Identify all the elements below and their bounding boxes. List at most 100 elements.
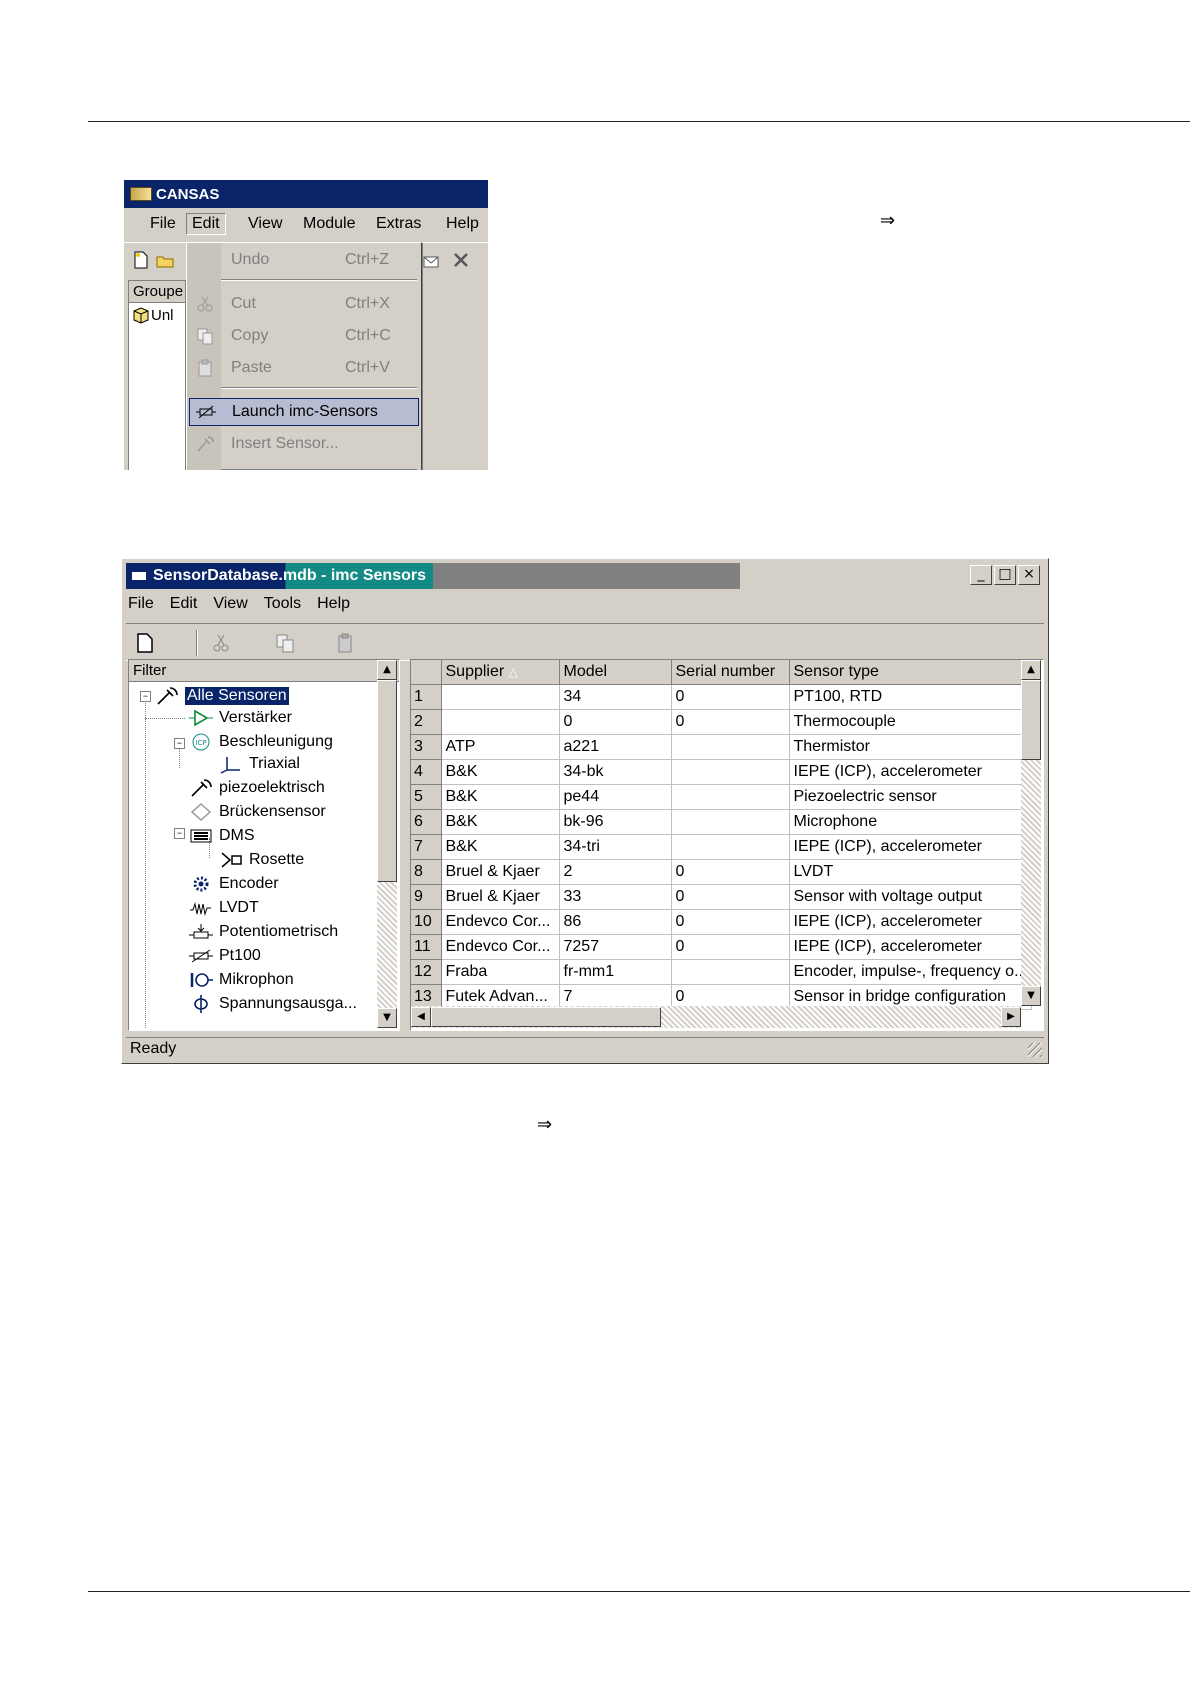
row-number-cell[interactable]: 6 [411,809,442,835]
serial-number-cell[interactable] [671,834,790,860]
scroll-right-button[interactable]: ▶ [1001,1007,1021,1027]
table-row[interactable]: 11 Endevco Cor... 7257 0 IEPE (ICP), acceler… [411,934,1033,960]
menu-item-copy[interactable]: Copy Ctrl+C [189,323,419,349]
sensor-type-cell[interactable]: Microphone [789,809,1033,835]
new-document-icon[interactable] [134,632,156,654]
menu-file[interactable]: File [128,595,154,613]
serial-number-cell[interactable]: 0 [671,909,790,935]
tree-item-beschleunigung[interactable]: ICP Beschleunigung [189,730,333,754]
corner-header[interactable] [411,660,442,685]
menu-file[interactable]: File [150,215,176,233]
row-number-cell[interactable]: 2 [411,709,442,735]
model-cell[interactable]: 0 [559,709,672,735]
send-mail-icon[interactable] [422,251,440,269]
scroll-up-button[interactable]: ▲ [1021,660,1041,680]
supplier-cell[interactable]: B&K [441,834,560,860]
serial-number-cell[interactable] [671,759,790,785]
menu-edit[interactable]: Edit [170,595,198,613]
row-number-cell[interactable]: 3 [411,734,442,760]
table-row[interactable]: 3 ATP a221 Thermistor [411,734,1033,760]
column-header-supplier[interactable]: Supplier △ [441,660,560,685]
row-number-cell[interactable]: 4 [411,759,442,785]
serial-number-cell[interactable]: 0 [671,709,790,735]
row-number-cell[interactable]: 8 [411,859,442,885]
tree-item-triaxial[interactable]: Triaxial [219,752,300,776]
tree-item-rosette[interactable]: Rosette [219,848,304,872]
serial-number-cell[interactable] [671,784,790,810]
table-row[interactable]: 8 Bruel & Kjaer 2 0 LVDT [411,859,1033,885]
tree-item-pt100[interactable]: Pt100 [189,944,261,968]
paste-icon[interactable] [334,632,356,654]
cut-scissors-icon[interactable] [210,632,232,654]
tree-item-alle-sensoren[interactable]: Alle Sensoren [155,684,290,708]
sensor-type-cell[interactable]: IEPE (ICP), accelerometer [789,934,1033,960]
supplier-cell[interactable]: Bruel & Kjaer [441,859,560,885]
supplier-cell[interactable]: Bruel & Kjaer [441,884,560,910]
row-number-cell[interactable]: 10 [411,909,442,935]
model-cell[interactable]: 86 [559,909,672,935]
serial-number-cell[interactable]: 0 [671,859,790,885]
tree-item-dms[interactable]: DMS [189,824,255,848]
scroll-down-button[interactable]: ▼ [1021,986,1041,1006]
supplier-cell[interactable] [441,684,560,710]
menu-item-cut[interactable]: Cut Ctrl+X [189,291,419,317]
close-button[interactable]: × [1018,565,1040,585]
menu-item-insert-sensor[interactable]: Insert Sensor... [189,431,419,457]
sensor-type-cell[interactable]: IEPE (ICP), accelerometer [789,909,1033,935]
tree-item-verstaerker[interactable]: Verstärker [189,706,292,730]
supplier-cell[interactable]: Endevco Cor... [441,909,560,935]
model-cell[interactable]: fr-mm1 [559,959,672,985]
menu-view[interactable]: View [248,215,282,233]
menu-item-launch-imc-sensors[interactable]: Launch imc-Sensors [189,398,419,426]
table-row[interactable]: 4 B&K 34-bk IEPE (ICP), accelerometer [411,759,1033,785]
tree-collapse-toggle[interactable]: − [140,691,151,702]
delete-x-icon[interactable] [452,251,470,269]
menu-tools[interactable]: Tools [264,595,301,613]
model-cell[interactable]: bk-96 [559,809,672,835]
model-cell[interactable]: 34 [559,684,672,710]
serial-number-cell[interactable] [671,959,790,985]
scroll-down-button[interactable]: ▼ [377,1008,397,1028]
groups-pane-header[interactable]: Groupe [129,281,185,303]
sensor-type-cell[interactable]: Thermocouple [789,709,1033,735]
tree-collapse-toggle[interactable]: − [174,828,185,839]
supplier-cell[interactable]: B&K [441,784,560,810]
supplier-cell[interactable]: Endevco Cor... [441,934,560,960]
scroll-thumb[interactable] [1021,680,1041,760]
table-row[interactable]: 10 Endevco Cor... 86 0 IEPE (ICP), accelerom… [411,909,1033,935]
sensor-type-cell[interactable]: IEPE (ICP), accelerometer [789,834,1033,860]
table-row[interactable]: 6 B&K bk-96 Microphone [411,809,1033,835]
sensor-type-cell[interactable]: PT100, RTD [789,684,1033,710]
scroll-up-button[interactable]: ▲ [377,660,397,680]
groups-pane-item[interactable]: Unl [129,303,185,327]
supplier-cell[interactable]: B&K [441,759,560,785]
tree-vertical-scrollbar[interactable]: ▲ ▼ [377,660,397,1028]
model-cell[interactable]: 34-tri [559,834,672,860]
menu-extras[interactable]: Extras [376,215,421,233]
minimize-button[interactable]: _ [970,565,992,585]
tree-item-potentiometrisch[interactable]: Potentiometrisch [189,920,338,944]
row-number-cell[interactable]: 7 [411,834,442,860]
row-number-cell[interactable]: 1 [411,684,442,710]
sensor-type-cell[interactable]: Piezoelectric sensor [789,784,1033,810]
sensor-type-cell[interactable]: IEPE (ICP), accelerometer [789,759,1033,785]
model-cell[interactable]: 34-bk [559,759,672,785]
grid-vertical-scrollbar[interactable]: ▲ ▼ [1021,660,1041,1006]
sensor-type-cell[interactable]: Thermistor [789,734,1033,760]
filter-header[interactable]: Filter [129,660,399,682]
serial-number-cell[interactable]: 0 [671,884,790,910]
row-number-cell[interactable]: 9 [411,884,442,910]
menu-item-paste[interactable]: Paste Ctrl+V [189,355,419,381]
menu-item-undo[interactable]: Undo Ctrl+Z [189,247,419,273]
column-header-sensor-type[interactable]: Sensor type [789,660,1033,685]
tree-item-piezoelektrisch[interactable]: piezoelektrisch [189,776,325,800]
scroll-thumb[interactable] [431,1007,661,1027]
row-number-cell[interactable]: 5 [411,784,442,810]
supplier-cell[interactable]: Fraba [441,959,560,985]
menu-help[interactable]: Help [317,595,350,613]
tree-item-mikrophon[interactable]: Mikrophon [189,968,294,992]
supplier-cell[interactable] [441,709,560,735]
tree-collapse-toggle[interactable]: − [174,738,185,749]
model-cell[interactable]: a221 [559,734,672,760]
model-cell[interactable]: 33 [559,884,672,910]
